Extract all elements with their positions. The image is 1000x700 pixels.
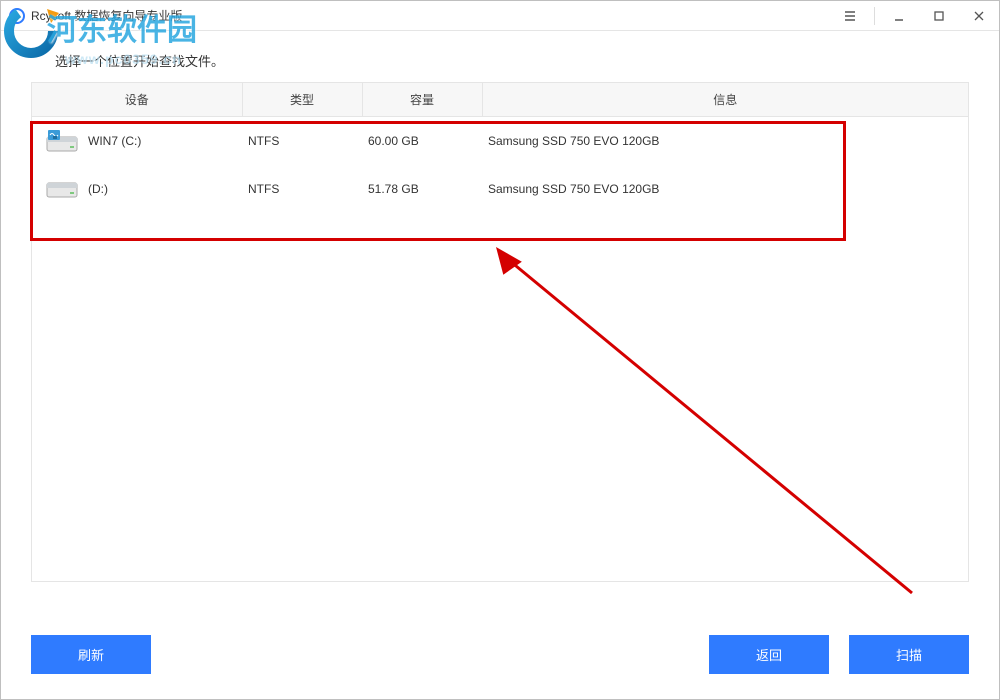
drive-name: WIN7 (C:)	[88, 134, 141, 148]
col-header-info: 信息	[482, 83, 968, 117]
col-header-capacity: 容量	[362, 83, 482, 117]
refresh-button[interactable]: 刷新	[31, 635, 151, 674]
annotation-arrow	[492, 243, 932, 613]
title-bar: Rcysoft 数据恢复向导专业版	[1, 1, 999, 31]
instruction-text: 选择一个位置开始查找文件。	[55, 51, 969, 70]
drive-capacity: 60.00 GB	[362, 117, 482, 166]
col-header-device: 设备	[32, 83, 242, 117]
drive-name: (D:)	[88, 182, 108, 196]
menu-button[interactable]	[830, 1, 870, 31]
footer: 刷新 返回 扫描	[1, 629, 999, 699]
watermark-logo	[3, 3, 63, 63]
table-row[interactable]: (D:) NTFS 51.78 GB Samsung SSD 750 EVO 1…	[32, 165, 968, 213]
back-button[interactable]: 返回	[709, 635, 829, 674]
col-header-type: 类型	[242, 83, 362, 117]
data-drive-icon	[46, 177, 78, 201]
scan-button[interactable]: 扫描	[849, 635, 969, 674]
drive-type: NTFS	[242, 117, 362, 166]
table-row[interactable]: WIN7 (C:) NTFS 60.00 GB Samsung SSD 750 …	[32, 117, 968, 166]
close-button[interactable]	[959, 1, 999, 31]
drive-type: NTFS	[242, 165, 362, 213]
os-drive-icon	[46, 129, 78, 153]
title-divider	[874, 7, 875, 25]
minimize-button[interactable]	[879, 1, 919, 31]
maximize-button[interactable]	[919, 1, 959, 31]
drive-table: 设备 类型 容量 信息	[31, 82, 969, 582]
drive-capacity: 51.78 GB	[362, 165, 482, 213]
drive-info: Samsung SSD 750 EVO 120GB	[482, 165, 968, 213]
drive-info: Samsung SSD 750 EVO 120GB	[482, 117, 968, 166]
